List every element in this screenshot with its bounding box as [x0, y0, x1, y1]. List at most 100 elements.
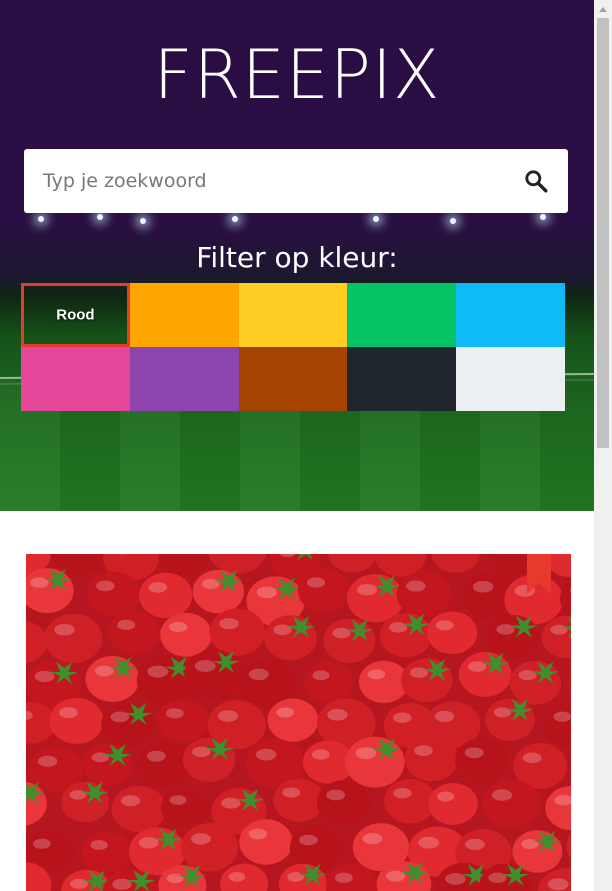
strawberry-highlight — [465, 838, 485, 851]
search-bar — [24, 149, 568, 213]
strawberry — [379, 612, 433, 658]
strawberry-highlight — [121, 795, 141, 807]
strawberry — [327, 554, 378, 573]
site-logo[interactable]: FREEPIX — [0, 38, 594, 114]
strawberry-highlight — [306, 577, 326, 588]
strawberry — [509, 660, 562, 705]
strawberry — [481, 779, 540, 829]
strawberry — [559, 579, 571, 618]
hero-banner: FREEPIX Filter op kleur: Rood — [0, 0, 594, 511]
strawberry — [384, 778, 437, 824]
strawberry-highlight — [37, 755, 58, 767]
swatch-green[interactable] — [347, 283, 457, 347]
strawberry-highlight — [434, 710, 455, 722]
strawberry-highlight — [276, 707, 295, 718]
strawberry — [111, 785, 167, 833]
strawberry — [26, 568, 74, 614]
strawberry — [316, 780, 371, 827]
strawberry-highlight — [255, 748, 277, 761]
strawberry-highlight — [217, 710, 239, 722]
scrollbar[interactable] — [594, 0, 612, 891]
strawberry-highlight — [148, 582, 168, 593]
strawberry — [26, 620, 48, 663]
strawberry — [139, 572, 193, 619]
strawberry — [545, 785, 571, 831]
strawberry-highlight — [299, 834, 318, 846]
strawberry-highlight — [326, 789, 346, 801]
strawberry — [184, 649, 245, 701]
strawberry — [180, 823, 238, 872]
strawberry — [289, 825, 344, 871]
strawberry-highlight — [312, 670, 330, 681]
strawberry-highlight — [553, 711, 571, 722]
scroll-thumb[interactable] — [597, 18, 609, 448]
search-button[interactable] — [504, 149, 568, 213]
strawberry — [273, 778, 325, 822]
strawberry-highlight — [54, 623, 75, 636]
strawberry-highlight — [464, 747, 484, 759]
swatch-brown[interactable] — [238, 347, 348, 411]
strawberry-highlight — [367, 669, 386, 680]
strawberry-highlight — [472, 580, 494, 593]
strawberry-highlight — [117, 619, 136, 631]
strawberries-photo — [26, 554, 571, 891]
strawberry-highlight — [248, 828, 268, 840]
strawberry-highlight — [169, 621, 188, 633]
strawberry-highlight — [256, 586, 278, 599]
strawberry-highlight — [406, 580, 426, 592]
strawberry — [297, 568, 350, 613]
scroll-up-arrow[interactable] — [594, 0, 612, 17]
strawberry-highlight — [194, 659, 216, 672]
strawberry — [192, 569, 245, 614]
strawberry-highlight — [311, 749, 330, 760]
swatch-white[interactable] — [456, 347, 565, 411]
swatch-pink[interactable] — [21, 347, 130, 411]
strawberry-highlight — [522, 752, 542, 764]
strawberry — [396, 570, 452, 618]
swatch-red[interactable]: Rood — [21, 283, 130, 347]
strawberry — [304, 661, 353, 704]
strawberry-highlight — [393, 788, 412, 799]
strawberry-highlight — [165, 708, 184, 719]
strawberry — [427, 611, 478, 655]
search-input[interactable] — [24, 149, 504, 213]
strawberry-highlight — [90, 840, 108, 850]
strawberry-highlight — [147, 665, 169, 678]
swatch-dark[interactable] — [347, 347, 457, 411]
swatch-purple[interactable] — [129, 347, 239, 411]
strawberry — [160, 612, 212, 657]
strawberry-highlight — [355, 747, 377, 760]
strawberry — [239, 819, 293, 865]
strawberry-highlight — [550, 624, 568, 635]
filter-title: Filter op kleur: — [196, 241, 398, 274]
strawberry-highlight — [418, 836, 440, 849]
strawberry-highlight — [219, 618, 239, 630]
strawberry-highlight — [491, 789, 513, 801]
strawberry-highlight — [69, 789, 87, 800]
strawberry — [428, 782, 478, 825]
strawberry-highlight — [362, 833, 383, 845]
strawberry — [455, 737, 510, 784]
swatch-light-blue[interactable] — [456, 283, 565, 347]
strawberry-highlight — [327, 708, 348, 721]
strawberry-highlight — [437, 791, 455, 802]
strawberry-highlight — [58, 707, 78, 719]
strawberry-highlight — [91, 752, 110, 763]
result-image-strawberries[interactable] — [26, 554, 571, 891]
strawberry-highlight — [435, 620, 454, 631]
strawberry — [566, 671, 571, 697]
strawberry-highlight — [96, 580, 115, 592]
strawberry — [157, 699, 208, 743]
strawberry — [160, 786, 210, 829]
swatch-yellow[interactable] — [238, 283, 348, 347]
swatch-orange[interactable] — [129, 283, 239, 347]
strawberry-highlight — [287, 872, 305, 882]
strawberry — [137, 741, 192, 788]
strawberry-highlight — [357, 584, 377, 596]
bookmark-button[interactable] — [527, 554, 551, 594]
strawberry-highlight — [547, 878, 569, 891]
strawberry-highlight — [393, 712, 412, 723]
strawberry — [85, 656, 140, 702]
strawberry-highlight — [169, 795, 187, 805]
strawberry-highlight — [32, 838, 51, 849]
